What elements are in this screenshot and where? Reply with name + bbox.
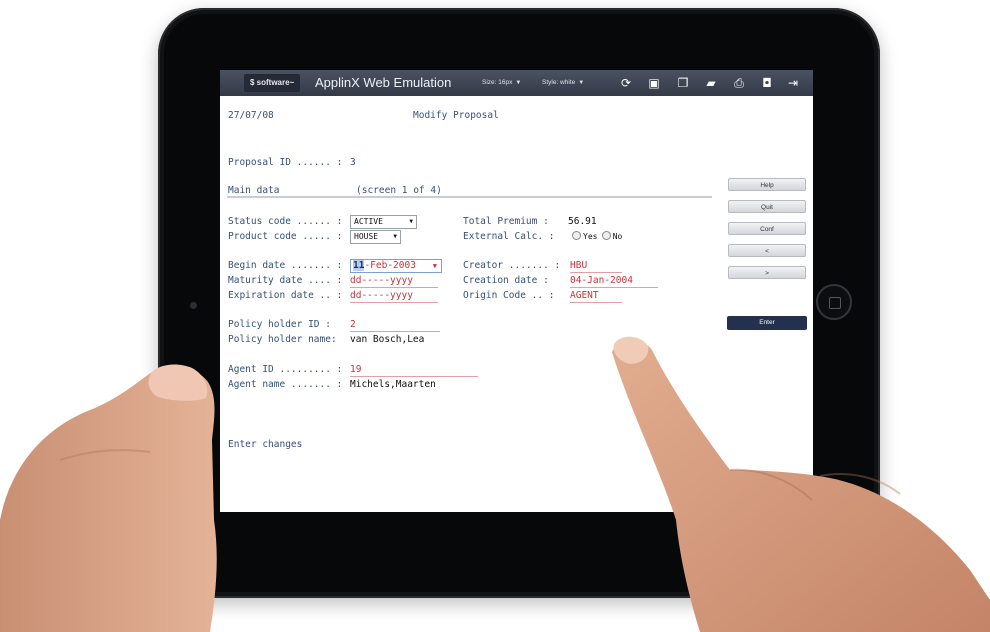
hands-illustration [0, 336, 990, 632]
right-hand [612, 336, 990, 632]
left-hand [0, 364, 217, 632]
